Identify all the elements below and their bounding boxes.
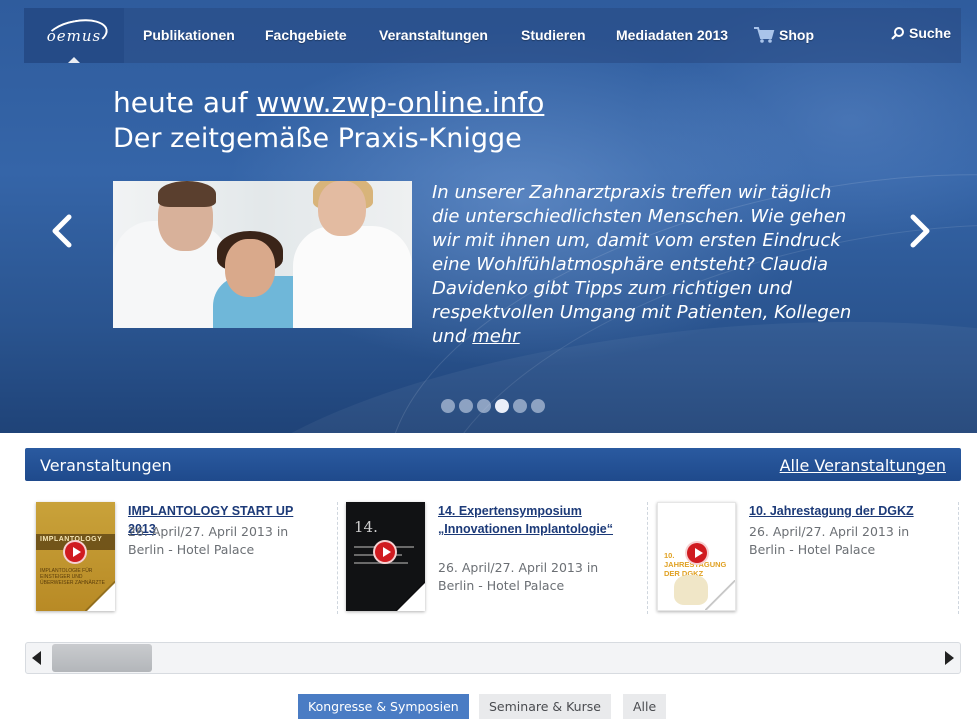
- page-curl-icon: [87, 583, 115, 611]
- scrollbar-thumb[interactable]: [52, 644, 152, 672]
- events-header: Veranstaltungen Alle Veranstaltungen: [25, 448, 961, 481]
- events-title: Veranstaltungen: [40, 456, 172, 475]
- slider-dot[interactable]: [531, 399, 545, 413]
- all-events-link[interactable]: Alle Veranstaltungen: [780, 456, 946, 475]
- nav-item-fachgebiete[interactable]: Fachgebiete: [265, 27, 347, 43]
- slider-dot[interactable]: [459, 399, 473, 413]
- event-thumbnail[interactable]: 10. JAHRESTAGUNG DER DGKZ: [657, 502, 736, 611]
- logo-swoosh: [43, 14, 111, 56]
- event-title[interactable]: 10. Jahrestagung der DGKZ: [749, 502, 939, 520]
- active-caret-icon: [68, 57, 80, 63]
- event-card: 14. 14. Expertensymposium „Innovationen …: [346, 502, 648, 614]
- play-icon[interactable]: [373, 540, 397, 564]
- slide-headline-link[interactable]: www.zwp-online.info: [257, 86, 545, 119]
- cart-icon[interactable]: [753, 26, 775, 44]
- event-description: 26. April/27. April 2013 in Berlin - Hot…: [749, 524, 910, 557]
- slider-prev-arrow-icon[interactable]: [50, 214, 74, 248]
- play-icon[interactable]: [63, 540, 87, 564]
- event-card: 10. JAHRESTAGUNG DER DGKZ 10. Jahrestagu…: [657, 502, 959, 614]
- filter-alle[interactable]: Alle: [623, 694, 667, 719]
- slider-dot[interactable]: [441, 399, 455, 413]
- tooth-icon: [674, 575, 708, 605]
- slider-dot[interactable]: [477, 399, 491, 413]
- filter-seminare-kurse[interactable]: Seminare & Kurse: [479, 694, 611, 719]
- scroll-left-icon[interactable]: [32, 651, 41, 665]
- photo-patient: [225, 239, 275, 297]
- page-curl-icon: [707, 582, 735, 610]
- slide-teaser: In unserer Zahnarztpraxis treffen wir tä…: [432, 181, 862, 349]
- slide-teaser-text: In unserer Zahnarztpraxis treffen wir tä…: [432, 182, 852, 347]
- nav-item-publikationen[interactable]: Publikationen: [143, 27, 235, 43]
- event-thumbnail[interactable]: IMPLANTOLOGY IMPLANTOLOGIE FÜR EINSTEIGE…: [36, 502, 115, 611]
- divider: [647, 502, 648, 614]
- main-navbar: oemus Publikationen Fachgebiete Veransta…: [24, 8, 961, 63]
- nav-item-studieren[interactable]: Studieren: [521, 27, 586, 43]
- event-thumbnail[interactable]: 14.: [346, 502, 425, 611]
- slider-next-arrow-icon[interactable]: [908, 214, 932, 248]
- slider-dot[interactable]: [495, 399, 509, 413]
- event-description: 26. April/27. April 2013 in Berlin - Hot…: [128, 524, 289, 557]
- event-title[interactable]: 14. Expertensymposium „Innovationen Impl…: [438, 502, 628, 538]
- nav-item-mediadaten[interactable]: Mediadaten 2013: [616, 27, 728, 43]
- event-description: 26. April/27. April 2013 in Berlin - Hot…: [438, 560, 599, 593]
- divider: [337, 502, 338, 614]
- scroll-right-icon[interactable]: [945, 651, 954, 665]
- slide-subtitle: Der zeitgemäße Praxis-Knigge: [113, 123, 522, 154]
- photo-assistant: [293, 226, 412, 328]
- divider: [958, 502, 959, 614]
- play-icon[interactable]: [685, 541, 709, 565]
- search-icon: [891, 27, 904, 40]
- slide-more-link[interactable]: mehr: [472, 326, 519, 347]
- logo[interactable]: oemus: [24, 8, 124, 63]
- nav-item-veranstaltungen[interactable]: Veranstaltungen: [379, 27, 488, 43]
- search-label: Suche: [909, 25, 952, 41]
- slide-image[interactable]: [113, 181, 412, 328]
- event-card: IMPLANTOLOGY IMPLANTOLOGIE FÜR EINSTEIGE…: [36, 502, 338, 614]
- events-scrollbar[interactable]: [25, 642, 961, 674]
- filter-kongresse-symposien[interactable]: Kongresse & Symposien: [298, 694, 469, 719]
- nav-item-shop[interactable]: Shop: [779, 27, 814, 43]
- slider-pagination: [441, 399, 545, 413]
- page-curl-icon: [397, 583, 425, 611]
- search-button[interactable]: Suche: [891, 25, 951, 41]
- slide-headline: heute auf www.zwp-online.info: [113, 86, 544, 119]
- slider-dot[interactable]: [513, 399, 527, 413]
- slide-headline-prefix: heute auf: [113, 86, 248, 119]
